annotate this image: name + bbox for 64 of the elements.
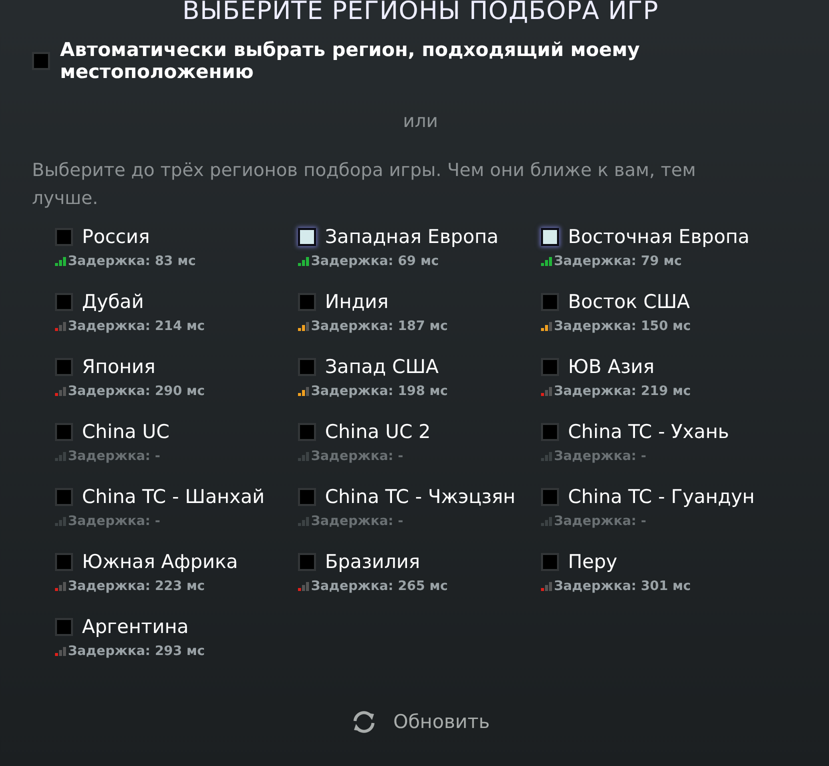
hint-text: Выберите до трёх регионов подбора игры. Чем они ближе к вам, тем лучше. (32, 159, 697, 211)
latency-text: Задержка: 187 мс (311, 319, 448, 334)
region-name: Дубай (82, 291, 144, 313)
latency-text: Задержка: 79 мс (554, 254, 682, 269)
latency-text: Задержка: 223 мс (68, 579, 205, 594)
checkbox[interactable] (298, 423, 316, 441)
checkbox[interactable] (541, 423, 559, 441)
checkbox[interactable] (298, 553, 316, 571)
checkbox[interactable] (55, 293, 73, 311)
checkbox[interactable] (541, 358, 559, 376)
latency-text: Задержка: 198 мс (311, 384, 448, 399)
checkbox[interactable] (541, 488, 559, 506)
region-name: Индия (325, 291, 389, 313)
checkbox[interactable] (298, 488, 316, 506)
region-name: Западная Европа (325, 226, 499, 248)
latency-text: Задержка: - (311, 449, 404, 464)
region-name: Аргентина (82, 616, 189, 638)
region-name: Восток США (568, 291, 690, 313)
region-name: Южная Африка (82, 551, 238, 573)
separator-text: или (402, 111, 439, 132)
region-name: Запад США (325, 356, 439, 378)
region-name: China TC - Гуандун (568, 486, 755, 508)
latency-text: Задержка: 301 мс (554, 579, 691, 594)
latency-text: Задержка: - (68, 449, 160, 464)
checkbox[interactable] (298, 358, 316, 376)
region-name: Перу (568, 551, 618, 573)
region-name: Япония (82, 356, 156, 378)
region-name: Бразилия (325, 551, 420, 573)
latency-text: Задержка: 293 мс (68, 644, 205, 659)
region-name: China UC 2 (325, 421, 431, 443)
latency-text: Задержка: 265 мс (311, 579, 448, 594)
latency-text: Задержка: - (554, 449, 646, 464)
checkbox[interactable] (55, 228, 73, 246)
latency-text: Задержка: 290 мс (68, 384, 205, 399)
latency-text: Задержка: - (311, 514, 404, 529)
region-name: Россия (82, 226, 150, 248)
region-name: ЮВ Азия (568, 356, 654, 378)
region-name: China TC - Ухань (568, 421, 730, 443)
checkbox[interactable] (55, 488, 73, 506)
latency-text: Задержка: 69 мс (311, 254, 439, 269)
refresh-button[interactable]: Обновить (351, 710, 490, 734)
checkbox[interactable] (32, 52, 50, 70)
auto-region-label: Автоматически выбрать регион, подходящий моему местоположению (60, 39, 641, 83)
latency-text: Задержка: 83 мс (68, 254, 196, 269)
latency-text: Задержка: 150 мс (554, 319, 691, 334)
refresh-icon (351, 710, 378, 734)
checkbox[interactable] (541, 293, 559, 311)
latency-text: Задержка: 214 мс (68, 319, 205, 334)
latency-text: Задержка: - (554, 514, 646, 529)
region-name: China TC - Чжэцзян (325, 486, 516, 508)
latency-text: Задержка: 219 мс (554, 384, 691, 399)
checkbox[interactable] (298, 293, 316, 311)
checkbox[interactable] (55, 423, 73, 441)
checkbox[interactable] (298, 228, 316, 246)
checkbox[interactable] (55, 618, 73, 636)
page-title: ВЫБЕРИТЕ РЕГИОНЫ ПОДБОРА ИГР (181, 0, 660, 27)
checkbox[interactable] (55, 553, 73, 571)
region-name: China UC (82, 421, 170, 443)
checkbox[interactable] (541, 228, 559, 246)
region-name: Восточная Европа (568, 226, 750, 248)
region-name: China TC - Шанхай (82, 486, 265, 508)
latency-text: Задержка: - (68, 514, 160, 529)
checkbox[interactable] (55, 358, 73, 376)
checkbox[interactable] (541, 553, 559, 571)
